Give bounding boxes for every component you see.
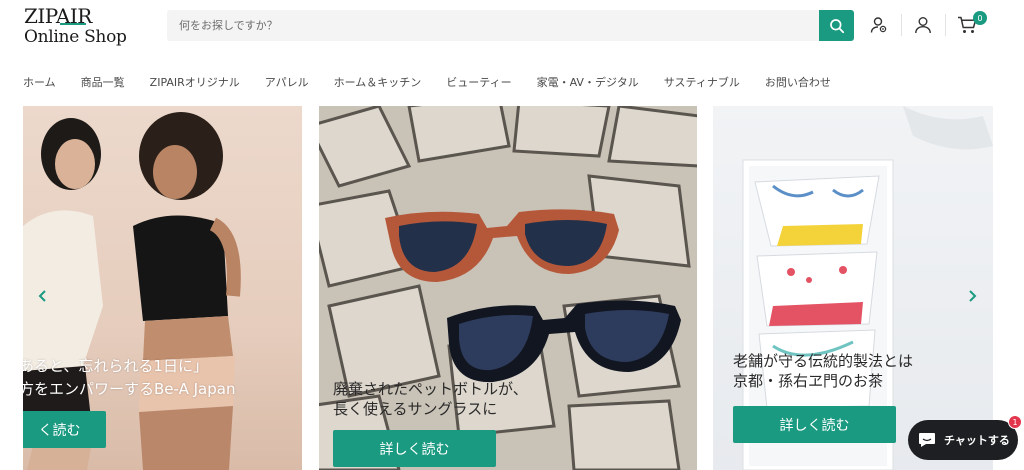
slide-caption-line1: あると、忘れられる1日に」 bbox=[23, 357, 208, 375]
logo-brand: ZIPAIR bbox=[24, 4, 92, 28]
nav-item-products[interactable]: 商品一覧 bbox=[81, 75, 125, 91]
user-icon bbox=[915, 17, 931, 34]
slide-caption-line2: 長く使えるサングラスに bbox=[333, 400, 498, 418]
nav-item-beauty[interactable]: ビューティー bbox=[446, 75, 511, 91]
carousel-prev-button[interactable] bbox=[35, 288, 51, 304]
slide-caption-line2: 方をエンパワーするBe-A Japan bbox=[23, 380, 236, 398]
nav-item-home[interactable]: ホーム bbox=[23, 75, 56, 91]
header-divider bbox=[945, 14, 946, 36]
site-logo[interactable]: ZIPAIR Online Shop bbox=[24, 6, 154, 46]
nav-item-contact[interactable]: お問い合わせ bbox=[765, 75, 831, 91]
nav-item-apparel[interactable]: アパレル bbox=[265, 75, 309, 91]
nav-item-zipair-original[interactable]: ZIPAIRオリジナル bbox=[150, 75, 240, 91]
chevron-left-icon bbox=[38, 290, 46, 302]
store-locator-button[interactable] bbox=[868, 14, 890, 36]
search-bar bbox=[167, 10, 854, 41]
nav-item-home-kitchen[interactable]: ホーム＆キッチン bbox=[334, 75, 422, 91]
header-divider bbox=[901, 14, 902, 36]
slide-caption-line1: 老舗が守る伝統的製法とは bbox=[733, 352, 914, 370]
chevron-right-icon bbox=[969, 290, 977, 302]
logo-subtitle: Online Shop bbox=[24, 27, 127, 47]
read-more-button[interactable]: 詳しく読む bbox=[333, 430, 496, 467]
chat-icon bbox=[919, 433, 935, 447]
carousel-slide-tea[interactable]: 老舗が守る伝統的製法とは 京都・孫右ヱ門のお茶 詳しく読む bbox=[713, 106, 993, 470]
search-input[interactable] bbox=[167, 10, 819, 41]
slide-caption-line2: 京都・孫右ヱ門のお茶 bbox=[733, 372, 884, 390]
search-button[interactable] bbox=[819, 10, 854, 41]
slide-caption-line1: 廃棄されたペットボトルが、 bbox=[333, 380, 528, 398]
chat-button[interactable]: チャットする bbox=[908, 420, 1018, 460]
chat-label: チャットする bbox=[944, 434, 1010, 447]
carousel-slide-sunglasses[interactable]: 廃棄されたペットボトルが、 長く使えるサングラスに 詳しく読む bbox=[319, 106, 697, 470]
search-icon bbox=[829, 18, 844, 33]
chat-notification-badge: 1 bbox=[1008, 415, 1022, 429]
cart-count-badge: 0 bbox=[973, 11, 987, 25]
read-more-button[interactable]: 詳しく読む bbox=[733, 406, 896, 443]
carousel-slide-apparel[interactable]: あると、忘れられる1日に」 方をエンパワーするBe-A Japan く読む bbox=[23, 106, 302, 470]
nav-item-sustainable[interactable]: サスティナブル bbox=[664, 75, 740, 91]
read-more-button[interactable]: く読む bbox=[23, 411, 106, 448]
account-button[interactable] bbox=[912, 14, 934, 36]
carousel-next-button[interactable] bbox=[964, 288, 980, 304]
main-navigation: ホーム 商品一覧 ZIPAIRオリジナル アパレル ホーム＆キッチン ビューティ… bbox=[23, 75, 856, 91]
nav-item-electronics[interactable]: 家電・AV・デジタル bbox=[537, 75, 639, 91]
store-locator-icon bbox=[870, 17, 887, 33]
